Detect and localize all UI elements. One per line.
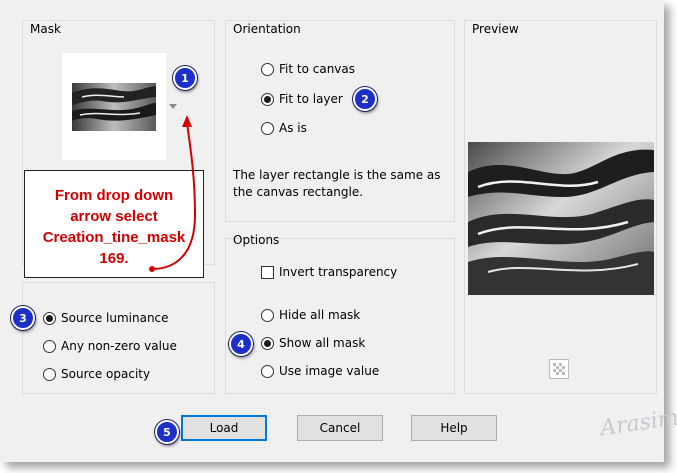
preview-image: [468, 142, 654, 295]
step-badge-5: 5: [155, 420, 179, 444]
radio-indicator: [261, 92, 274, 106]
cancel-button[interactable]: Cancel: [297, 415, 383, 441]
load-mask-dialog: Mask Source luminance Any non-zero value…: [0, 0, 677, 462]
step-badge-1: 1: [173, 66, 197, 90]
radio-hide-all-mask[interactable]: Hide all mask: [261, 308, 360, 322]
radio-indicator: [261, 308, 274, 322]
preview-group-title: Preview: [472, 22, 519, 36]
flames-preview-image: [468, 142, 654, 295]
radio-indicator: [43, 367, 56, 381]
callout-arrow: [149, 115, 197, 272]
checkerboard-pattern: [553, 363, 565, 375]
radio-use-image-value[interactable]: Use image value: [261, 364, 379, 378]
radio-show-all-mask[interactable]: Show all mask: [261, 336, 365, 350]
radio-label: Hide all mask: [279, 308, 361, 322]
radio-label: Fit to layer: [279, 92, 343, 106]
radio-indicator: [261, 364, 274, 378]
radio-label: As is: [279, 121, 307, 135]
radio-source-luminance[interactable]: Source luminance: [43, 311, 169, 325]
orientation-description: The layer rectangle is the same as the c…: [233, 168, 441, 199]
step-badge-4: 4: [229, 332, 253, 356]
radio-indicator: [261, 62, 274, 76]
checkerboard-icon[interactable]: [549, 359, 569, 379]
radio-label: Source opacity: [61, 367, 151, 381]
checkbox-label: Invert transparency: [279, 265, 398, 279]
checkbox-indicator: [261, 265, 274, 279]
invert-transparency-checkbox[interactable]: Invert transparency: [261, 265, 397, 279]
radio-as-is[interactable]: As is: [261, 121, 307, 135]
help-button[interactable]: Help: [411, 415, 497, 441]
options-group-title: Options: [233, 233, 280, 247]
radio-label: Any non-zero value: [61, 339, 177, 353]
radio-indicator: [43, 339, 56, 353]
radio-label: Use image value: [279, 364, 380, 378]
radio-source-opacity[interactable]: Source opacity: [43, 367, 150, 381]
radio-indicator: [261, 121, 274, 135]
radio-any-non-zero-value[interactable]: Any non-zero value: [43, 339, 177, 353]
watermark-text: Arasimo: [598, 403, 677, 442]
mask-group-title: Mask: [30, 22, 61, 36]
step-badge-3: 3: [11, 306, 35, 330]
radio-indicator: [43, 311, 56, 325]
radio-label: Show all mask: [279, 336, 366, 350]
radio-fit-to-layer[interactable]: Fit to layer: [261, 92, 343, 106]
load-button[interactable]: Load: [181, 415, 267, 441]
radio-indicator: [261, 336, 274, 350]
step-badge-2: 2: [353, 87, 377, 111]
radio-label: Source luminance: [61, 311, 169, 325]
radio-fit-to-canvas[interactable]: Fit to canvas: [261, 62, 355, 76]
radio-label: Fit to canvas: [279, 62, 356, 76]
orientation-group-title: Orientation: [233, 22, 301, 36]
